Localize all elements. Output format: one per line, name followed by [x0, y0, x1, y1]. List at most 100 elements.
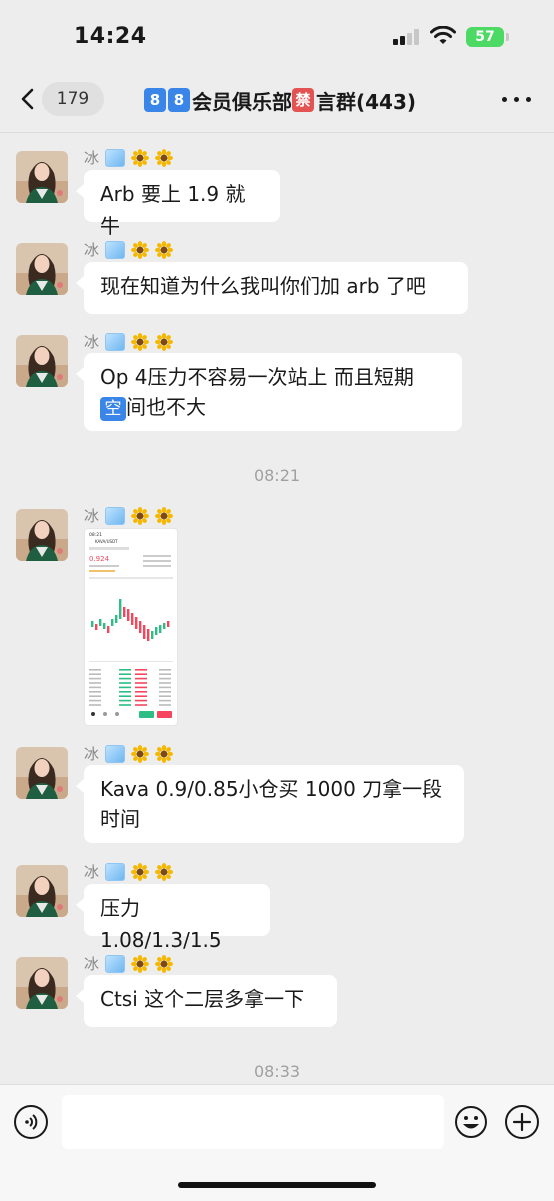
plus-icon	[512, 1112, 532, 1132]
sender-name-row: 冰	[84, 743, 174, 764]
message-text: Arb 要上 1.9 就牛	[100, 182, 246, 238]
sunflower-icon	[131, 862, 150, 881]
order-book-row	[89, 691, 101, 693]
candle	[103, 623, 106, 629]
message-text: Ctsi 这个二层多拿一下	[100, 987, 305, 1011]
message-bubble[interactable]: Op 4压力不容易一次站上 而且短期 空间也不大	[76, 353, 462, 431]
order-book-row	[89, 673, 101, 675]
candle	[107, 626, 110, 633]
order-book-row	[119, 673, 131, 675]
sunflower-icon	[155, 332, 174, 351]
sender-name-row: 冰	[84, 953, 174, 974]
home-indicator	[178, 1182, 376, 1188]
avatar[interactable]	[16, 509, 68, 561]
sender-name: 冰	[84, 863, 100, 881]
order-book-row	[135, 704, 147, 706]
trading-chart-image: 08:21 KAVA/USDT 0.924	[89, 532, 173, 718]
keycap-8-icon: 8	[143, 88, 166, 112]
avatar[interactable]	[16, 865, 68, 917]
image-message[interactable]: 08:21 KAVA/USDT 0.924	[84, 528, 178, 726]
sunflower-icon	[155, 954, 174, 973]
message-input[interactable]	[62, 1095, 444, 1149]
avatar[interactable]	[16, 243, 68, 295]
status-time: 14:24	[74, 24, 147, 49]
message-bubble[interactable]: Ctsi 这个二层多拿一下	[76, 975, 337, 1027]
sunflower-icon	[155, 506, 174, 525]
message-text-line: 时间	[100, 807, 140, 831]
candle	[127, 609, 130, 621]
sunflower-icon	[155, 240, 174, 259]
candle	[155, 627, 158, 635]
candle	[143, 625, 146, 639]
candle	[91, 621, 94, 627]
message-bubble[interactable]: Kava 0.9/0.85小仓买 1000 刀拿一段 时间	[76, 765, 464, 843]
sender-name: 冰	[84, 333, 100, 351]
sender-name: 冰	[84, 955, 100, 973]
sender-name-row: 冰	[84, 239, 174, 260]
chat-header: 179 8 8 会员俱乐部 禁 言群(443)	[0, 70, 554, 133]
battery-indicator: 57	[466, 27, 504, 47]
order-book-row	[119, 704, 131, 706]
order-book-row	[159, 677, 171, 680]
status-bar: 14:24 57	[0, 0, 554, 70]
candle	[95, 624, 98, 630]
ice-cube-icon	[105, 744, 126, 763]
timestamp: 08:33	[253, 1062, 301, 1081]
sunflower-icon	[131, 148, 150, 167]
avatar[interactable]	[16, 747, 68, 799]
order-book-row	[135, 699, 147, 702]
candle	[111, 619, 114, 626]
candle	[115, 615, 118, 623]
sender-name: 冰	[84, 241, 100, 259]
order-book-row	[159, 673, 171, 675]
order-book-row	[159, 704, 171, 706]
message-bubble[interactable]: Arb 要上 1.9 就牛	[76, 170, 280, 238]
order-book-row	[135, 682, 147, 684]
candle	[99, 619, 102, 626]
candlestick-series	[91, 599, 170, 641]
order-book-row	[119, 695, 131, 697]
order-book-row	[135, 695, 147, 697]
wifi-icon	[430, 26, 456, 44]
candle	[147, 629, 150, 641]
sender-name-row: 冰	[84, 147, 174, 168]
sunflower-icon	[131, 240, 150, 259]
order-book-row	[135, 691, 147, 693]
avatar[interactable]	[16, 335, 68, 387]
back-button[interactable]: 179	[14, 82, 104, 116]
sender-name: 冰	[84, 149, 100, 167]
order-book-row	[119, 699, 131, 702]
order-book-row	[159, 669, 171, 671]
message-bubble[interactable]: 现在知道为什么我叫你们加 arb 了吧	[76, 262, 468, 314]
unread-count-badge: 179	[42, 82, 104, 116]
more-options-button[interactable]	[500, 86, 534, 110]
order-book-row	[159, 682, 171, 684]
more-actions-button[interactable]	[505, 1105, 539, 1139]
page-title: 8 8 会员俱乐部 禁 言群(443)	[120, 85, 440, 115]
ice-cube-icon	[105, 862, 126, 881]
message-text: 压力 1.08/1.3/1.5	[100, 896, 222, 952]
message-bubble[interactable]: 压力 1.08/1.3/1.5	[76, 884, 270, 952]
sender-name-row: 冰	[84, 861, 174, 882]
avatar[interactable]	[16, 151, 68, 203]
sunflower-icon	[155, 862, 174, 881]
avatar[interactable]	[16, 957, 68, 1009]
order-book-row	[159, 686, 171, 689]
ban-icon: 禁	[291, 88, 314, 112]
order-book-row	[119, 677, 131, 680]
order-book-row	[135, 686, 147, 689]
order-book-row	[135, 677, 147, 680]
sunflower-icon	[131, 332, 150, 351]
order-book-row	[119, 669, 131, 671]
message-text: 现在知道为什么我叫你们加 arb 了吧	[100, 274, 426, 298]
sender-name-row: 冰	[84, 331, 174, 352]
order-book-row	[89, 669, 101, 671]
candle	[131, 613, 134, 625]
candle	[139, 621, 142, 633]
voice-input-button[interactable]	[14, 1105, 48, 1139]
order-book-row	[135, 673, 147, 675]
screenshot-pair: KAVA/USDT	[95, 539, 118, 544]
sender-name: 冰	[84, 745, 100, 763]
emoji-button[interactable]	[454, 1105, 488, 1139]
kong-emoji-icon: 空	[100, 396, 126, 421]
